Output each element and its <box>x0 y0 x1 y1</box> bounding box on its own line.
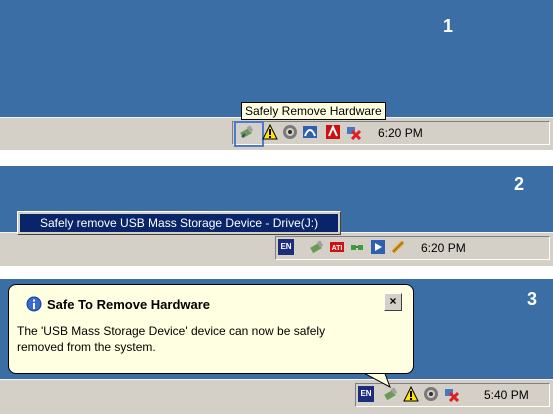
panel-step-3: 3 EN 5:40 PM Safe To Remove Hardware The… <box>0 279 553 414</box>
taskbar: 6:20 PM <box>0 117 553 150</box>
usb-hardware-icon[interactable] <box>309 239 325 255</box>
disconnected-network-icon[interactable] <box>345 124 361 140</box>
disconnected-network-icon[interactable] <box>443 386 459 402</box>
taskbar: EN ATI 6:20 PM <box>0 232 553 266</box>
network-icon[interactable] <box>302 124 318 140</box>
language-indicator[interactable]: EN <box>278 239 294 255</box>
warning-icon[interactable] <box>262 124 278 140</box>
context-menu: Safely remove USB Mass Storage Device - … <box>17 211 342 235</box>
system-tray: 6:20 PM <box>232 121 550 147</box>
desktop-background <box>0 0 553 117</box>
system-tray: EN ATI 6:20 PM <box>275 236 550 260</box>
volume-icon[interactable] <box>423 386 439 402</box>
clock[interactable]: 6:20 PM <box>378 126 423 140</box>
ati-icon[interactable] <box>325 124 341 140</box>
clock[interactable]: 5:40 PM <box>484 388 529 402</box>
warning-icon[interactable] <box>403 386 419 402</box>
step-number: 2 <box>514 174 525 194</box>
ati-icon[interactable]: ATI <box>329 239 345 255</box>
panel-step-1: 1 6:20 PM Safely Remove Hardware <box>0 0 553 150</box>
step-number: 3 <box>527 289 538 309</box>
notification-balloon[interactable]: Safe To Remove Hardware The 'USB Mass St… <box>8 284 414 374</box>
taskbar: EN 5:40 PM <box>0 379 553 414</box>
network-icon[interactable] <box>349 239 365 255</box>
close-button[interactable]: × <box>384 293 402 311</box>
volume-icon[interactable] <box>282 124 298 140</box>
safely-remove-menu-item[interactable]: Safely remove USB Mass Storage Device - … <box>20 214 339 232</box>
clock[interactable]: 6:20 PM <box>421 241 466 255</box>
balloon-message: The 'USB Mass Storage Device' device can… <box>17 324 326 354</box>
tool-icon[interactable] <box>390 239 406 255</box>
step-number: 1 <box>443 16 454 36</box>
media-play-icon[interactable] <box>370 239 386 255</box>
svg-text:ATI: ATI <box>332 245 343 252</box>
panel-step-2: 2 EN ATI 6:20 PM Safely remove USB Mass … <box>0 166 553 266</box>
usb-hardware-icon[interactable] <box>239 124 255 140</box>
info-icon <box>26 296 42 312</box>
balloon-title: Safe To Remove Hardware <box>47 297 211 312</box>
tooltip: Safely Remove Hardware <box>241 102 386 120</box>
